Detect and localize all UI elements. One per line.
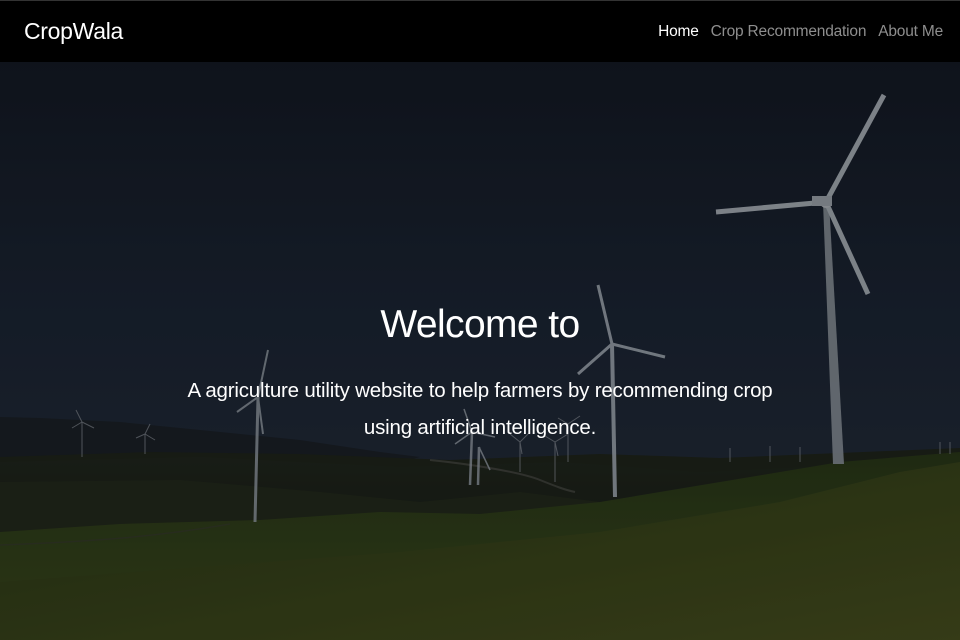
nav-link-home[interactable]: Home xyxy=(658,23,699,41)
hero-content: Welcome to A agriculture utility website… xyxy=(0,62,960,640)
hero-section: Welcome to A agriculture utility website… xyxy=(0,62,960,640)
hero-title: Welcome to xyxy=(380,303,580,346)
navbar: CropWala Home Crop Recommendation About … xyxy=(0,0,960,62)
nav-links: Home Crop Recommendation About Me xyxy=(658,23,943,41)
hero-subtitle: A agriculture utility website to help fa… xyxy=(187,379,773,439)
brand-logo[interactable]: CropWala xyxy=(24,18,123,45)
nav-link-crop-recommendation[interactable]: Crop Recommendation xyxy=(711,23,867,41)
nav-link-about-me[interactable]: About Me xyxy=(878,23,943,41)
